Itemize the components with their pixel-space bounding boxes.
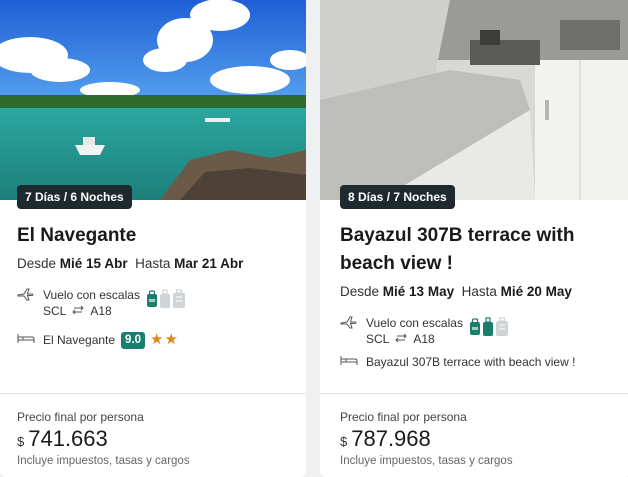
from-date: Mié 13 May [382,284,455,299]
taxes-note: Incluye impuestos, tasas y cargos [17,455,190,467]
taxes-note: Incluye impuestos, tasas y cargos [340,455,513,467]
plane-icon [340,315,360,334]
bed-icon [17,331,37,349]
beach-photo-image [0,0,306,200]
currency-symbol: $ [17,434,25,449]
travel-dates: Desde Mié 13 May Hasta Mié 20 May [340,284,572,299]
origin-code: SCL [43,304,67,318]
flight-info: Vuelo con escalas SCL A18 [17,287,186,319]
price: $ 787.968 [340,426,431,452]
from-label: Desde [340,284,380,299]
hotel-info: Bayazul 307B terrace with beach view ! [340,353,575,371]
baggage-icons[interactable] [469,317,509,342]
hotel-info: El Navegante 9.0 ★★ [17,331,179,349]
backpack-icon [469,318,481,341]
hotel-photo[interactable] [320,0,628,200]
roundtrip-arrows-icon [394,331,408,347]
hotel-photo[interactable] [0,0,306,200]
hotel-name: El Navegante [43,333,116,347]
travel-dates: Desde Mié 15 Abr Hasta Mar 21 Abr [17,256,243,271]
package-card[interactable]: 7 Días / 6 Noches El Navegante Desde Mié… [0,0,306,477]
price: $ 741.663 [17,426,108,452]
package-card[interactable]: 8 Días / 7 Noches Bayazul 307B terrace w… [320,0,628,477]
checked-bag-icon [172,289,186,314]
plane-icon [17,287,37,306]
from-label: Desde [17,256,57,271]
divider [320,393,628,394]
flight-type: Vuelo con escalas [366,316,463,330]
carry-on-icon [159,289,171,314]
price-label: Precio final por persona [340,410,467,424]
to-label: Hasta [461,284,497,299]
hotel-title[interactable]: Bayazul 307B terrace with beach view ! [340,222,610,278]
rating-score: 9.0 [121,331,146,349]
baggage-icons[interactable] [146,289,186,314]
kitchen-photo-image [320,0,628,200]
carry-on-icon [482,317,494,342]
price-label: Precio final por persona [17,410,144,424]
hotel-title[interactable]: El Navegante [17,222,136,250]
duration-badge: 7 Días / 6 Noches [17,185,132,209]
hotel-name: Bayazul 307B terrace with beach view ! [366,355,576,369]
price-amount: 787.968 [351,426,431,451]
from-date: Mié 15 Abr [59,256,128,271]
divider [0,393,306,394]
star-icon: ★ [164,331,179,348]
to-date: Mié 20 May [500,284,572,299]
bed-icon [340,353,360,371]
flight-info: Vuelo con escalas SCL A18 [340,315,509,347]
to-label: Hasta [135,256,171,271]
destination-code: A18 [90,304,112,318]
destination-code: A18 [413,332,435,346]
backpack-icon [146,290,158,313]
duration-badge: 8 Días / 7 Noches [340,185,455,209]
checked-bag-icon [495,317,509,342]
origin-code: SCL [366,332,390,346]
star-rating: ★★ [150,332,179,348]
flight-route: SCL A18 [43,303,140,319]
flight-route: SCL A18 [366,331,463,347]
roundtrip-arrows-icon [71,303,85,319]
flight-type: Vuelo con escalas [43,288,140,302]
currency-symbol: $ [340,434,348,449]
to-date: Mar 21 Abr [174,256,244,271]
price-amount: 741.663 [28,426,108,451]
star-icon: ★ [150,331,165,348]
